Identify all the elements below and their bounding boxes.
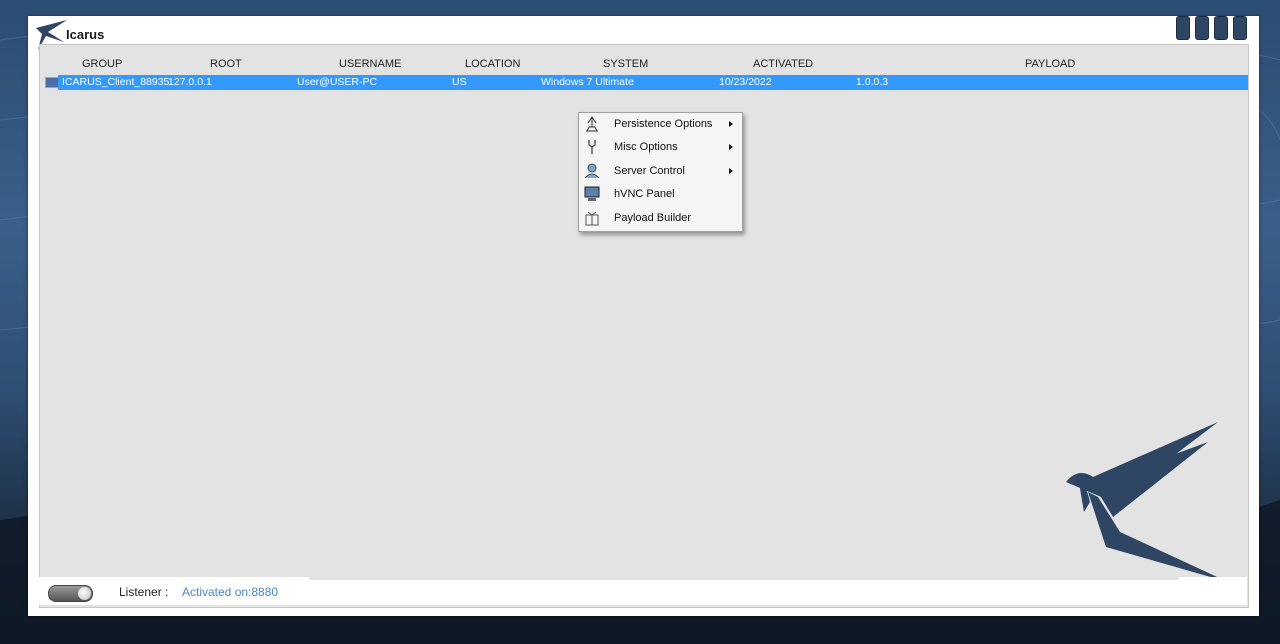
window-button-4[interactable] xyxy=(1233,16,1247,40)
column-header-payload[interactable]: PAYLOAD xyxy=(1025,58,1075,70)
submenu-arrow-icon xyxy=(729,121,733,127)
menu-item-persistence-options[interactable]: Persistence Options xyxy=(579,113,742,136)
submenu-arrow-icon xyxy=(729,168,733,174)
cell-location: US xyxy=(452,76,467,88)
window-button-1[interactable] xyxy=(1176,16,1190,40)
column-header-group[interactable]: GROUP xyxy=(82,58,122,70)
submenu-arrow-icon xyxy=(729,144,733,150)
server-control-icon xyxy=(584,163,600,179)
column-header-root[interactable]: ROOT xyxy=(210,58,242,70)
listener-label: Listener : xyxy=(119,585,169,599)
toggle-knob xyxy=(78,587,91,600)
menu-item-server-control[interactable]: Server Control xyxy=(579,160,742,183)
main-window: Icarus GROUP ROOT USERNAME LOCATION SYST… xyxy=(28,16,1259,616)
icarus-watermark-icon xyxy=(1066,422,1228,582)
client-row[interactable]: ICARUS_Client_88935 127.0.0.1 User@USER-… xyxy=(58,75,1248,90)
persistence-icon xyxy=(586,116,598,132)
listener-status: Activated on:8880 xyxy=(182,585,279,599)
menu-item-hvnc-panel[interactable]: hVNC Panel xyxy=(579,183,742,206)
app-title: Icarus xyxy=(66,27,105,42)
menu-item-misc-options[interactable]: Misc Options xyxy=(579,136,742,159)
cell-activated: 10/23/2022 xyxy=(719,76,772,88)
cell-username: User@USER-PC xyxy=(297,76,378,88)
column-header-system[interactable]: SYSTEM xyxy=(603,58,648,70)
menu-item-label: Payload Builder xyxy=(614,212,692,224)
cell-payload: 1.0.0.3 xyxy=(856,76,889,88)
window-button-2[interactable] xyxy=(1195,16,1209,40)
window-controls xyxy=(1176,16,1247,40)
menu-item-label: Misc Options xyxy=(614,141,678,153)
column-header-username[interactable]: USERNAME xyxy=(339,58,401,70)
context-menu: Persistence Options Misc Options Server … xyxy=(578,112,743,232)
listener-toggle[interactable] xyxy=(48,585,93,602)
menu-item-payload-builder[interactable]: Payload Builder xyxy=(579,207,742,230)
cell-group: ICARUS_Client_88935 xyxy=(62,76,170,88)
window-button-3[interactable] xyxy=(1214,16,1228,40)
menu-item-label: hVNC Panel xyxy=(614,188,675,200)
cell-root: 127.0.0.1 xyxy=(168,76,212,88)
monitor-icon xyxy=(584,186,600,201)
column-header-location[interactable]: LOCATION xyxy=(465,58,520,70)
tools-icon xyxy=(588,140,596,154)
menu-item-label: Server Control xyxy=(614,165,685,177)
status-divider xyxy=(309,577,1179,580)
menu-item-label: Persistence Options xyxy=(614,118,713,130)
clients-list: GROUP ROOT USERNAME LOCATION SYSTEM ACTI… xyxy=(39,44,1249,608)
list-header: GROUP ROOT USERNAME LOCATION SYSTEM ACTI… xyxy=(40,45,1248,73)
status-bar: Listener : Activated on:8880 xyxy=(39,577,1247,605)
cell-system: Windows 7 Ultimate xyxy=(541,76,634,88)
column-header-activated[interactable]: ACTIVATED xyxy=(753,58,813,70)
payload-icon xyxy=(585,211,599,226)
